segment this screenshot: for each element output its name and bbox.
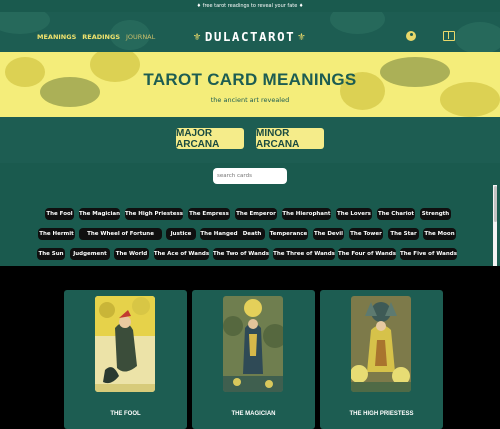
card-chip-the-high-priestess[interactable]: The High Priestess (125, 208, 183, 220)
card-chip-the-devil[interactable]: The Devil (313, 228, 344, 240)
fleur-de-lis-icon: ⚜ (298, 29, 307, 43)
card-chip-justice[interactable]: Justice (166, 228, 196, 240)
card-chip-the-three-of-wands[interactable]: The Three of Wands (273, 248, 335, 260)
fleur-de-lis-icon: ⚜ (193, 29, 202, 43)
card-tile-the-magician[interactable]: THE MAGICIAN (192, 290, 315, 429)
major-arcana-button[interactable]: MAJOR ARCANA (176, 128, 244, 150)
card-list: The Fool The Magician The High Priestess… (0, 163, 500, 266)
card-title: THE MAGICIAN (231, 411, 276, 417)
promo-banner: ♦ free tarot readings to reveal your fat… (0, 0, 500, 12)
card-chip-the-lovers[interactable]: The Lovers (336, 208, 372, 220)
card-chip-the-chariot[interactable]: The Chariot (377, 208, 415, 220)
card-tile-the-high-priestess[interactable]: THE HIGH PRIESTESS (320, 290, 443, 429)
search-input[interactable] (213, 168, 287, 184)
card-title: THE FOOL (110, 411, 141, 417)
card-chip-the-moon[interactable]: The Moon (423, 228, 456, 240)
nav-link-meanings[interactable]: MEANINGS (37, 33, 76, 41)
card-chip-the-five-of-wands[interactable]: The Five of Wands (400, 248, 457, 260)
arcana-selector: MAJOR ARCANA MINOR ARCANA (0, 117, 500, 163)
decor-leaf (0, 12, 50, 34)
decor-leaf (455, 22, 500, 52)
card-chip-the-world[interactable]: The World (114, 248, 149, 260)
card-chip-the-magician[interactable]: The Magician (79, 208, 120, 220)
brand-name: DULACTAROT (204, 28, 296, 44)
card-image-the-magician (223, 296, 283, 392)
page-subtitle: the ancient art revealed (210, 96, 290, 104)
card-chip-the-fool[interactable]: The Fool (45, 208, 74, 220)
card-chip-death[interactable]: Death (239, 228, 265, 240)
user-icon[interactable] (406, 31, 416, 41)
nav-link-readings[interactable]: READINGS (82, 33, 120, 41)
card-chip-the-tower[interactable]: The Tower (349, 228, 383, 240)
decor-leaf (330, 12, 385, 34)
top-navigation: MEANINGS READINGS JOURNAL ⚜ DULACTAROT ⚜ (0, 12, 500, 52)
minor-arcana-button[interactable]: MINOR ARCANA (256, 128, 324, 150)
card-chip-temperance[interactable]: Temperance (269, 228, 308, 240)
card-chip-the-four-of-wands[interactable]: The Four of Wands (338, 248, 396, 260)
nav-link-journal[interactable]: JOURNAL (126, 33, 155, 41)
card-chip-the-hierophant[interactable]: The Hierophant (282, 208, 331, 220)
card-chip-the-two-of-wands[interactable]: The Two of Wands (213, 248, 269, 260)
card-chip-the-empress[interactable]: The Empress (188, 208, 230, 220)
hero-banner: TAROT CARD MEANINGS the ancient art reve… (0, 52, 500, 117)
card-chip-judgement[interactable]: Judgement (70, 248, 110, 260)
card-tile-the-fool[interactable]: THE FOOL (64, 290, 187, 429)
card-image-the-high-priestess (351, 296, 411, 392)
card-image-the-fool (95, 296, 155, 392)
card-chip-the-hermit[interactable]: The Hermit (38, 228, 75, 240)
card-chip-the-ace-of-wands[interactable]: The Ace of Wands (154, 248, 209, 260)
page-title: TAROT CARD MEANINGS (143, 70, 357, 89)
card-chip-the-wheel-of-fortune[interactable]: The Wheel of Fortune (79, 228, 162, 240)
scrollbar[interactable] (493, 185, 497, 266)
book-icon[interactable] (443, 31, 455, 41)
card-chip-the-star[interactable]: The Star (388, 228, 419, 240)
card-title: THE HIGH PRIESTESS (349, 411, 414, 417)
card-chip-the-sun[interactable]: The Sun (37, 248, 65, 260)
card-chip-strength[interactable]: Strength (420, 208, 451, 220)
brand-logo[interactable]: ⚜ DULACTAROT ⚜ (190, 26, 310, 46)
nav-links: MEANINGS READINGS JOURNAL (37, 33, 155, 41)
card-chip-the-emperor[interactable]: The Emperor (235, 208, 277, 220)
